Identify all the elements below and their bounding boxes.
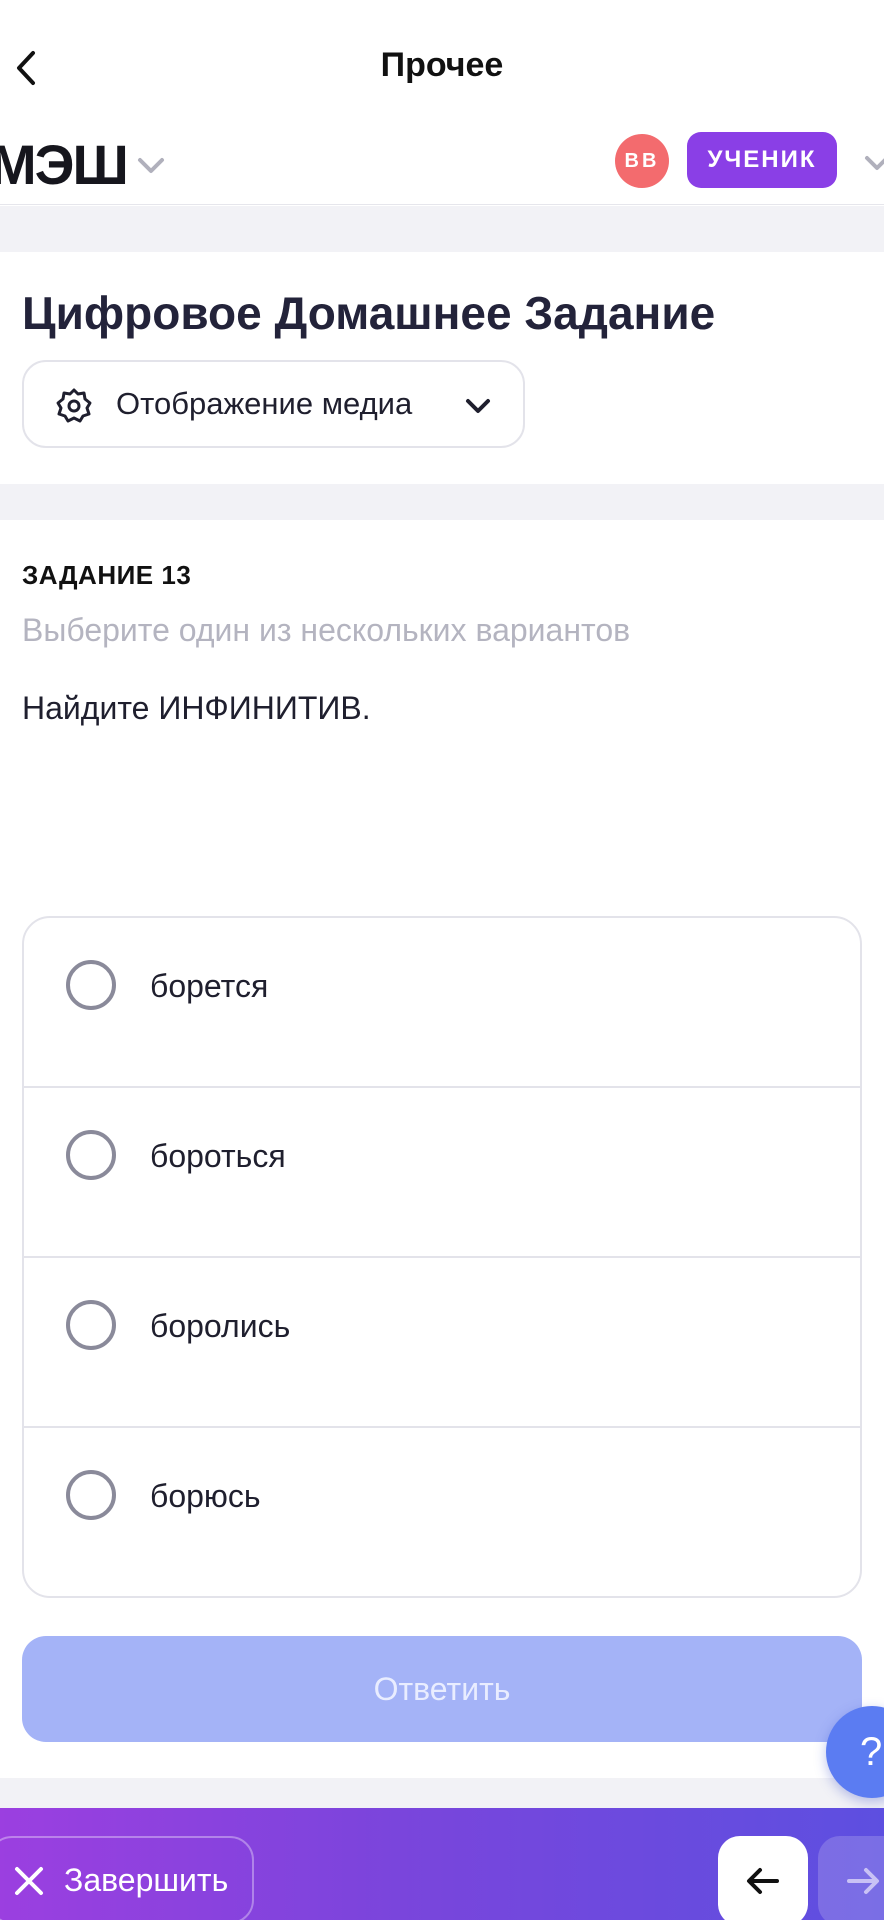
- nav-title: Прочее: [380, 46, 504, 84]
- answer-option-label: борется: [150, 968, 269, 1004]
- section-divider: [0, 1778, 884, 1808]
- radio-button[interactable]: [66, 1130, 116, 1180]
- answer-option[interactable]: борюсь: [24, 1428, 860, 1596]
- answer-option-label: боролись: [150, 1308, 291, 1344]
- finish-label: Завершить: [64, 1862, 229, 1898]
- answer-option-label: борюсь: [150, 1478, 261, 1514]
- task-number: ЗАДАНИЕ 13: [22, 560, 192, 590]
- app-header: МЭШ ВВ УЧЕНИК: [0, 124, 884, 205]
- close-icon: [15, 1867, 43, 1895]
- previous-button[interactable]: [718, 1836, 808, 1926]
- radio-button[interactable]: [66, 1300, 116, 1350]
- chevron-down-icon: [466, 399, 490, 413]
- gear-icon: [56, 388, 92, 423]
- arrow-left-icon: [747, 1868, 779, 1894]
- next-button[interactable]: [818, 1836, 884, 1926]
- finish-button[interactable]: Завершить: [0, 1836, 254, 1924]
- chevron-down-icon[interactable]: [134, 148, 168, 182]
- media-display-label: Отображение медиа: [116, 386, 413, 421]
- role-badge[interactable]: УЧЕНИК: [687, 132, 837, 188]
- section-divider: [0, 206, 884, 252]
- radio-button[interactable]: [66, 1470, 116, 1520]
- section-divider: [0, 484, 884, 520]
- chevron-down-icon[interactable]: [862, 148, 884, 178]
- task-question: Найдите ИНФИНИТИВ.: [22, 690, 371, 726]
- answer-option[interactable]: борется: [24, 918, 860, 1088]
- radio-button[interactable]: [66, 960, 116, 1010]
- task-hint: Выберите один из нескольких вариантов: [22, 612, 631, 648]
- top-nav-bar: Прочее: [0, 0, 884, 136]
- app-logo[interactable]: МЭШ: [0, 132, 129, 197]
- page-title: Цифровое Домашнее Задание: [22, 287, 716, 339]
- arrow-right-icon: [847, 1868, 879, 1894]
- answer-option-label: бороться: [150, 1138, 286, 1174]
- answer-option[interactable]: бороться: [24, 1088, 860, 1258]
- answer-option[interactable]: боролись: [24, 1258, 860, 1428]
- bottom-bar: Завершить: [0, 1808, 884, 1926]
- submit-answer-button[interactable]: Ответить: [22, 1636, 862, 1742]
- media-display-dropdown[interactable]: Отображение медиа: [22, 360, 525, 448]
- answer-options: борется бороться боролись борюсь: [22, 916, 862, 1598]
- avatar[interactable]: ВВ: [615, 134, 669, 188]
